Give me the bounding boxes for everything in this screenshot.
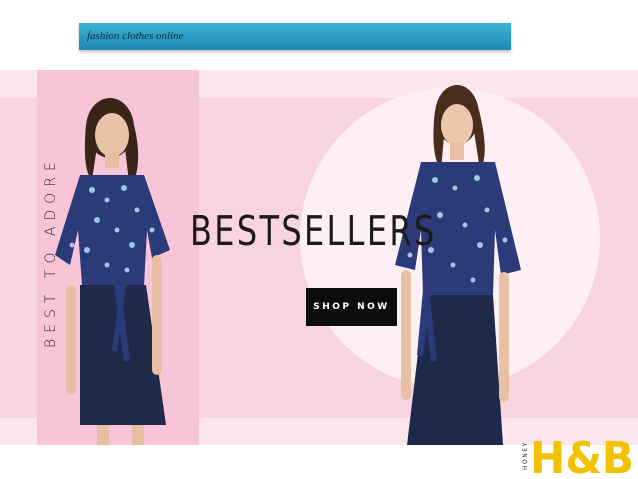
title-bar: fashion clothes online — [79, 23, 511, 50]
model-photo-left — [55, 98, 170, 445]
headline-bestsellers: BESTSELLERS — [190, 207, 437, 255]
promo-banner[interactable]: BEST TO ADORE BESTSELLERS SHOP NOW — [0, 70, 638, 445]
logo-text: H&B — [530, 433, 634, 479]
model-photo-right — [395, 85, 521, 445]
page-title: fashion clothes online — [87, 30, 184, 42]
shop-now-button[interactable]: SHOP NOW — [306, 288, 397, 326]
brand-logo-icon: HONEY H&B — [522, 433, 634, 479]
logo-subtext: HONEY — [522, 441, 529, 470]
